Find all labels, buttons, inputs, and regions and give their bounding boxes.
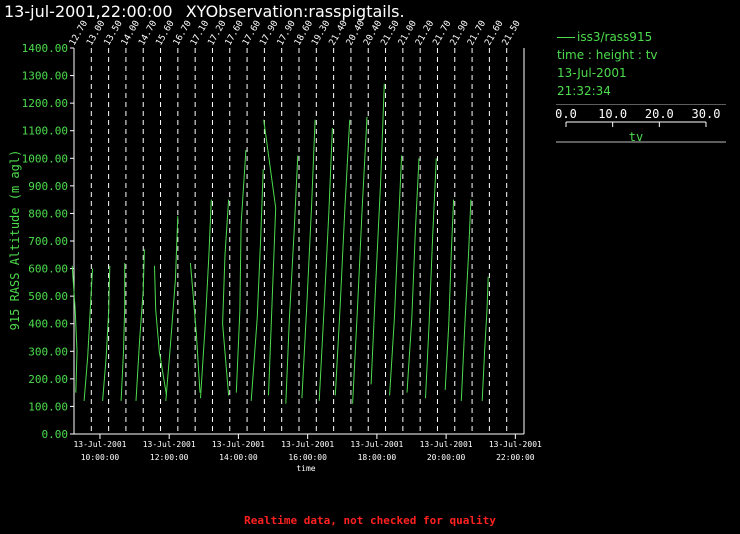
scale-bar: 0.0 10.0 20.0 30.0 <box>556 107 720 127</box>
tv-profile-trace <box>481 276 489 401</box>
y-tick-label: 100.00 <box>28 400 68 413</box>
x-tick-time: 18:00:00 <box>358 453 397 462</box>
tv-profile-trace <box>135 249 145 401</box>
x-tick-time: 20:00:00 <box>427 453 466 462</box>
tv-profile-trace <box>301 119 316 399</box>
scale-tick-label: 10.0 <box>598 107 627 121</box>
y-tick-label: 1200.00 <box>22 97 68 110</box>
tv-profile-trace <box>352 116 368 404</box>
tv-profile-trace <box>263 119 277 396</box>
legend-line2: time : height : tv <box>557 48 658 62</box>
scale-tick-label: 30.0 <box>692 107 721 121</box>
tv-profile-trace <box>406 158 420 393</box>
y-tick-label: 1000.00 <box>22 152 68 165</box>
tv-profile-trace <box>120 263 126 401</box>
tv-profile-trace <box>318 127 333 401</box>
x-tick-time: 16:00:00 <box>288 453 327 462</box>
y-tick-label: 500.00 <box>28 290 68 303</box>
y-tick-label: 1100.00 <box>22 125 68 138</box>
y-axis-title: 915 RASS Altitude (m agl) <box>8 150 22 331</box>
tv-profile-trace <box>71 265 78 393</box>
y-tick-label: 1400.00 <box>22 42 68 55</box>
x-tick-time: 10:00:00 <box>81 453 120 462</box>
legend: iss3/rass915 time : height : tv 13-Jul-2… <box>557 28 740 100</box>
legend-series-row: iss3/rass915 <box>557 28 740 46</box>
y-tick-label: 1300.00 <box>22 70 68 83</box>
y-tick-label: 700.00 <box>28 235 68 248</box>
x-tick-date: 13-Jul-2001 <box>420 440 473 449</box>
tv-profile-trace <box>460 199 472 401</box>
scale-tick-label: 20.0 <box>645 107 674 121</box>
x-tick-date: 13-Jul-2001 <box>489 440 542 449</box>
x-tick-date: 13-Jul-2001 <box>212 440 265 449</box>
legend-time: 21:32:34 <box>557 84 611 98</box>
scale-tick-label: 0.0 <box>556 107 577 121</box>
y-tick-label: 600.00 <box>28 263 68 276</box>
tv-profile-trace <box>285 155 299 404</box>
tv-profile-trace <box>235 149 247 393</box>
y-tick-label: 900.00 <box>28 180 68 193</box>
tv-profile-trace <box>165 216 179 401</box>
legend-line-swatch <box>557 37 575 38</box>
y-tick-label: 0.00 <box>42 428 69 441</box>
tv-profile-trace <box>444 199 455 390</box>
x-tick-date: 13-Jul-2001 <box>73 440 126 449</box>
quality-warning: Realtime data, not checked for quality <box>244 514 496 527</box>
y-tick-label: 300.00 <box>28 345 68 358</box>
tv-profile-trace <box>425 158 437 399</box>
x-tick-time: 22:00:00 <box>496 453 535 462</box>
x-tick-date: 13-Jul-2001 <box>143 440 196 449</box>
legend-date: 13-Jul-2001 <box>557 66 627 80</box>
tv-profile-trace <box>389 155 403 396</box>
tv-profile-trace <box>222 199 230 396</box>
tv-profile-trace <box>334 119 351 396</box>
x-tick-time: 12:00:00 <box>150 453 189 462</box>
legend-series-name: iss3/rass915 <box>577 30 653 44</box>
tv-scale: 0.0 10.0 20.0 30.0 tv <box>556 104 726 144</box>
x-tick-time: 14:00:00 <box>219 453 258 462</box>
x-tick-date: 13-Jul-2001 <box>350 440 403 449</box>
y-tick-label: 200.00 <box>28 373 68 386</box>
plot-area: 0.00 100.00 200.00 300.00 400.00 500.00 600.00… <box>22 19 542 462</box>
tv-profile-trace <box>370 83 385 385</box>
x-tick-date: 13-Jul-2001 <box>281 440 334 449</box>
x-axis-title: time <box>296 464 315 473</box>
tv-profile-trace <box>200 199 212 399</box>
y-tick-label: 800.00 <box>28 207 68 220</box>
y-tick-label: 400.00 <box>28 318 68 331</box>
tv-profile-trace <box>250 169 264 401</box>
